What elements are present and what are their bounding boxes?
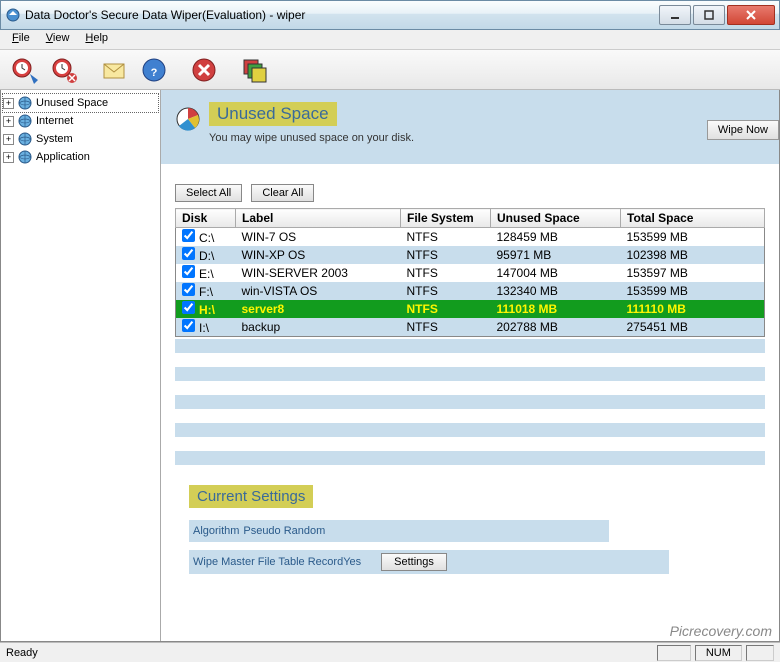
settings-section: Current Settings Algorithm Pseudo Random… <box>161 465 779 574</box>
minimize-button[interactable] <box>659 5 691 25</box>
titlebar: Data Doctor's Secure Data Wiper(Evaluati… <box>0 0 780 30</box>
watermark: Picrecovery.com <box>670 623 772 639</box>
table-row[interactable]: E:\WIN-SERVER 2003NTFS147004 MB153597 MB <box>176 264 765 282</box>
settings-button[interactable]: Settings <box>381 553 447 571</box>
algo-label: Algorithm <box>193 525 239 537</box>
page-header: Unused Space You may wipe unused space o… <box>161 90 779 164</box>
row-checkbox[interactable] <box>182 283 195 296</box>
tree-item-system[interactable]: + System <box>3 130 158 148</box>
empty-row <box>175 381 765 395</box>
row-checkbox[interactable] <box>182 319 195 332</box>
menubar: File View Help <box>0 30 780 50</box>
menu-help[interactable]: Help <box>77 30 116 49</box>
tree-item-label: Unused Space <box>36 97 108 109</box>
status-ready: Ready <box>6 647 653 659</box>
table-row[interactable]: F:\win-VISTA OSNTFS132340 MB153599 MB <box>176 282 765 300</box>
svg-text:?: ? <box>151 67 158 79</box>
window-title: Data Doctor's Secure Data Wiper(Evaluati… <box>25 8 659 22</box>
tree-item-internet[interactable]: + Internet <box>3 112 158 130</box>
empty-row <box>175 395 765 409</box>
table-row[interactable]: H:\server8NTFS111018 MB111110 MB <box>176 300 765 318</box>
table-row[interactable]: I:\backupNTFS202788 MB275451 MB <box>176 318 765 337</box>
app-icon <box>5 7 21 23</box>
tree-panel: + Unused Space + Internet + System + Applicatio… <box>1 90 161 641</box>
toolbar-clock-remove[interactable] <box>46 53 82 87</box>
select-all-button[interactable]: Select All <box>175 184 242 202</box>
empty-row <box>175 409 765 423</box>
statusbar: Ready NUM <box>0 642 780 662</box>
expand-icon[interactable]: + <box>3 98 14 109</box>
empty-row <box>175 367 765 381</box>
tree-item-label: Application <box>36 151 90 163</box>
tree-item-label: Internet <box>36 115 73 127</box>
col-disk[interactable]: Disk <box>176 209 236 228</box>
col-total[interactable]: Total Space <box>621 209 765 228</box>
status-num: NUM <box>695 645 742 661</box>
col-label[interactable]: Label <box>236 209 401 228</box>
algo-value: Pseudo Random <box>243 525 325 537</box>
page-subtitle: You may wipe unused space on your disk. <box>209 132 414 144</box>
close-button[interactable] <box>727 5 775 25</box>
settings-mft-row: Wipe Master File Table Record Yes Settin… <box>189 550 669 574</box>
maximize-button[interactable] <box>693 5 725 25</box>
col-unused[interactable]: Unused Space <box>491 209 621 228</box>
row-checkbox[interactable] <box>182 301 195 314</box>
settings-title: Current Settings <box>189 485 313 508</box>
tree-item-application[interactable]: + Application <box>3 148 158 166</box>
table-row[interactable]: C:\WIN-7 OSNTFS128459 MB153599 MB <box>176 228 765 247</box>
row-checkbox[interactable] <box>182 247 195 260</box>
row-checkbox[interactable] <box>182 229 195 242</box>
globe-icon <box>17 95 33 111</box>
toolbar: ? <box>0 50 780 90</box>
status-box-1 <box>657 645 691 661</box>
disk-icon <box>175 106 201 132</box>
empty-row <box>175 353 765 367</box>
disk-table: Disk Label File System Unused Space Tota… <box>175 208 765 337</box>
empty-row <box>175 437 765 451</box>
main-panel: Unused Space You may wipe unused space o… <box>161 90 779 641</box>
expand-icon[interactable]: + <box>3 116 14 127</box>
toolbar-help[interactable]: ? <box>136 53 172 87</box>
expand-icon[interactable]: + <box>3 152 14 163</box>
globe-icon <box>17 131 33 147</box>
mft-value: Yes <box>343 556 361 568</box>
toolbar-cascade[interactable] <box>236 53 272 87</box>
menu-file[interactable]: File <box>4 30 38 49</box>
toolbar-mail[interactable] <box>96 53 132 87</box>
page-title: Unused Space <box>209 102 337 126</box>
empty-row <box>175 339 765 353</box>
menu-view[interactable]: View <box>38 30 78 49</box>
tree-item-unused-space[interactable]: + Unused Space <box>3 94 158 112</box>
globe-icon <box>17 149 33 165</box>
globe-icon <box>17 113 33 129</box>
empty-row <box>175 451 765 465</box>
clear-all-button[interactable]: Clear All <box>251 184 314 202</box>
toolbar-clock-add[interactable] <box>6 53 42 87</box>
wipe-now-button[interactable]: Wipe Now <box>707 120 779 140</box>
settings-algo-row: Algorithm Pseudo Random <box>189 520 609 542</box>
table-row[interactable]: D:\WIN-XP OSNTFS95971 MB102398 MB <box>176 246 765 264</box>
status-box-3 <box>746 645 774 661</box>
col-fs[interactable]: File System <box>401 209 491 228</box>
expand-icon[interactable]: + <box>3 134 14 145</box>
mft-label: Wipe Master File Table Record <box>193 556 343 568</box>
row-checkbox[interactable] <box>182 265 195 278</box>
tree-item-label: System <box>36 133 73 145</box>
toolbar-stop[interactable] <box>186 53 222 87</box>
empty-row <box>175 423 765 437</box>
